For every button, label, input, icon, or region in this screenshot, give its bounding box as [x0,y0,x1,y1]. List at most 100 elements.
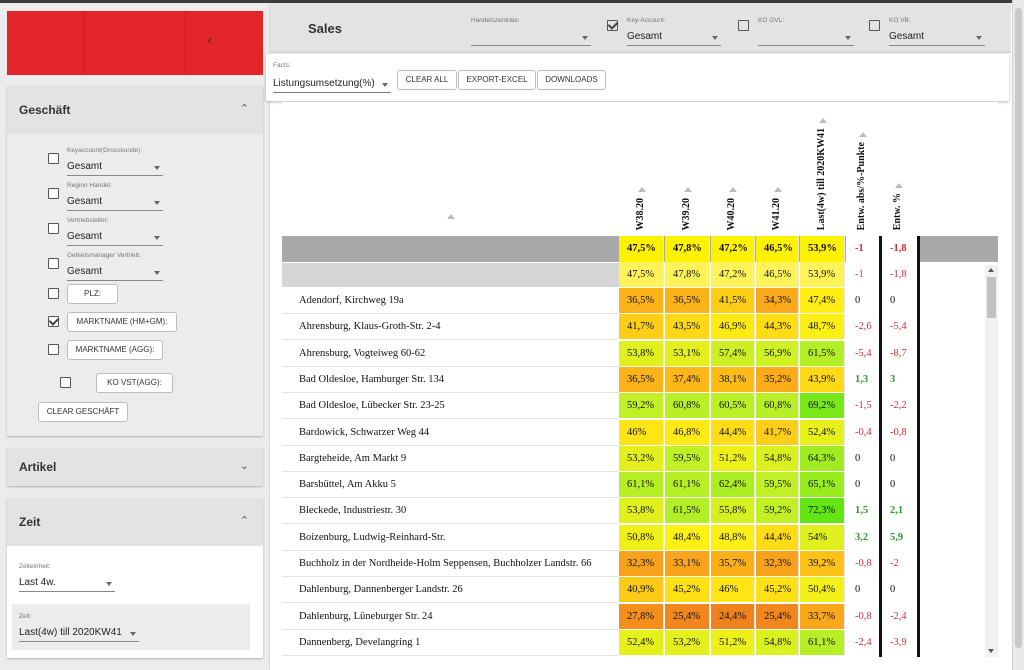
table-row[interactable]: Ahrensburg, Klaus-Groth-Str. 2-4 41,7% 43,… [282,314,998,341]
facts-select[interactable]: Facts: Listungsumsetzung(%) [273,62,391,93]
table-cell: 52,4% [619,629,664,655]
table-row[interactable]: Buchholz in der Nordheide-Holm Seppensen… [282,551,998,577]
table-row[interactable]: Boizenburg, Ludwig-Reinhard-Str. 50,8% 48,… [282,524,998,551]
table-cell: -2,4 [890,610,907,622]
filter-checkbox[interactable] [48,288,59,299]
sort-arrow-icon[interactable] [895,183,903,188]
panel-zeit-header[interactable]: Zeit ⌃ [7,498,263,546]
column-header[interactable]: W40.20 [726,198,737,231]
ko-gvl-checkbox[interactable] [738,20,749,31]
table-row[interactable]: Bleckede, Industriestr. 30 53,8% 61,5% 55,8… [282,498,998,525]
table-cell: 53,9% [800,236,845,262]
table-cell: 46% [711,577,755,603]
total-row: 47,5% 47,8% 47,2% 46,5% 53,9% -1 -1,8 [282,236,998,262]
filter-checkbox[interactable] [48,153,59,164]
filter-checkbox[interactable] [48,188,59,199]
column-header[interactable]: W41.20 [771,198,782,231]
column-header[interactable]: Entw. % [892,193,903,230]
table-cell: 50,4% [800,577,845,603]
table-cell: 55,8% [711,498,755,524]
table-cell: 5,9 [890,531,904,543]
clear-geschaeft-button[interactable]: CLEAR GESCHÄFT [38,402,128,422]
brand-logo: ‹ [7,11,263,75]
export-excel-button[interactable]: EXPORT-EXCEL [458,70,536,90]
sort-arrow-icon[interactable] [858,132,867,137]
sort-arrow-icon[interactable] [729,187,737,192]
filter-checkbox[interactable] [48,344,59,355]
panel-title: Geschäft [19,103,71,117]
chevron-left-icon[interactable]: ‹ [207,33,213,49]
scroll-up-icon[interactable] [988,268,994,272]
sort-arrow-icon[interactable] [447,214,455,219]
filter-button[interactable]: KO VST(AGG): [96,373,173,393]
clear-all-button[interactable]: CLEAR ALL [397,70,457,90]
chevron-down-icon[interactable]: ⌄ [240,459,249,472]
table-cell: 47,8% [665,236,710,262]
dropdown-arrow-icon [582,36,588,40]
column-header[interactable]: W39.20 [681,198,692,231]
filter-select[interactable]: Keyaccount(Grosskunde): Gesamt [67,147,163,176]
table-row[interactable]: Dahlenburg, Lüneburger Str. 24 27,8% 25,4%… [282,603,998,630]
table-cell: 0 [890,479,896,491]
ko-vb-value: Gesamt [889,31,925,42]
filter-button[interactable]: MARKTNAME (AGG): [67,340,163,360]
column-header[interactable]: Last(4w) till 2020KW41 [816,128,827,230]
table-scrollbar[interactable] [985,265,998,657]
zeit-select[interactable]: Zeit: Last(4w) till 2020KW41 [19,613,139,642]
column-header[interactable]: W38.20 [635,198,646,231]
table-cell: 33,7% [800,603,845,629]
filter-button[interactable]: PLZ: [67,284,118,304]
table-row[interactable]: Ahrensburg, Vogteiweg 60-62 53,8% 53,1% 57,… [282,340,998,367]
scrollbar-thumb[interactable] [987,277,996,318]
column-separator [918,236,919,657]
table-cell: 46,8% [665,419,710,445]
filter-select[interactable]: Vertriebsleiter: Gesamt [67,217,163,246]
table-row[interactable]: Dahlenburg, Dannenberger Landstr. 26 40,9… [282,577,998,604]
table-row[interactable]: Adendorf, Kirchweg 19a 36,5% 36,5% 41,5% 34,… [282,288,998,314]
table-cell: 46% [619,419,664,445]
filter-checkbox[interactable] [48,223,59,234]
table-cell: 48,4% [665,524,710,550]
table-cell: -1,8 [890,269,907,280]
scroll-down-icon[interactable] [988,649,994,653]
key-account-checkbox[interactable] [607,20,618,31]
key-account-select[interactable]: Key-Account: Gesamt [627,17,721,46]
table-row[interactable]: Dannenberg, Develangring 1 52,4% 53,2% 51,2… [282,629,998,656]
ko-vb-checkbox[interactable] [869,20,880,31]
sort-arrow-icon[interactable] [818,118,827,123]
table-row[interactable]: Bad Oldesloe, Lübecker Str. 23-25 59,2% 60… [282,393,998,420]
table-row[interactable]: Bad Oldesloe, Hamburger Str. 134 36,5% 37,… [282,366,998,393]
table-cell: 57,4% [711,340,755,366]
handelszentrale-select[interactable]: Handelszentrale: [471,17,591,46]
sort-arrow-icon[interactable] [637,187,646,192]
table-row[interactable]: Bardowick, Schwarzer Weg 44 46% 46,8% 44,4%… [282,419,998,446]
zeiteinheit-select[interactable]: Zeiteinheit: Last 4w. [19,563,115,592]
filter-checkbox[interactable] [48,316,59,327]
table-cell: -8,7 [890,347,907,359]
panel-geschaeft: Geschäft ⌃ Keyaccount(Grosskunde): Gesamt… [7,86,263,436]
table-row[interactable]: Barsbüttel, Am Akku 5 61,1% 61,1% 62,4% 59,5… [282,472,998,499]
filter-checkbox[interactable] [48,258,59,269]
filter-button[interactable]: MARKTNAME (HM+GM): [67,312,177,332]
filter-checkbox[interactable] [60,377,71,388]
sort-arrow-icon[interactable] [683,187,692,192]
ko-vb-select[interactable]: KO VB: Gesamt [889,17,985,46]
panel-geschaeft-header[interactable]: Geschäft ⌃ [7,86,263,134]
table-cell: 2,1 [890,505,904,517]
table-cell: 0 [855,295,861,306]
chevron-up-icon[interactable]: ⌃ [240,102,249,115]
window-scrollbar-thumb[interactable] [1015,8,1022,648]
table-row[interactable]: Bargteheide, Am Markt 9 53,2% 59,5% 51,2% 54… [282,445,998,472]
table-cell: 47,5% [619,262,664,287]
ko-gvl-select[interactable]: KO GVL: [758,17,854,46]
panel-artikel-header[interactable]: Artikel ⌄ [7,448,263,486]
sort-arrow-icon[interactable] [773,187,782,192]
filter-value: Gesamt [67,196,103,207]
downloads-button[interactable]: DOWNLOADS [537,70,606,90]
filter-select[interactable]: Gebietsmanager Vertrieb: Gesamt [67,252,163,281]
chevron-up-icon[interactable]: ⌃ [240,514,249,527]
window-scrollbar[interactable] [1012,0,1024,670]
filter-select[interactable]: Region Handel: Gesamt [67,182,163,211]
facts-value: Listungsumsetzung(%) [273,78,375,89]
column-header[interactable]: Entw. abs/%-Punkte [856,142,867,230]
